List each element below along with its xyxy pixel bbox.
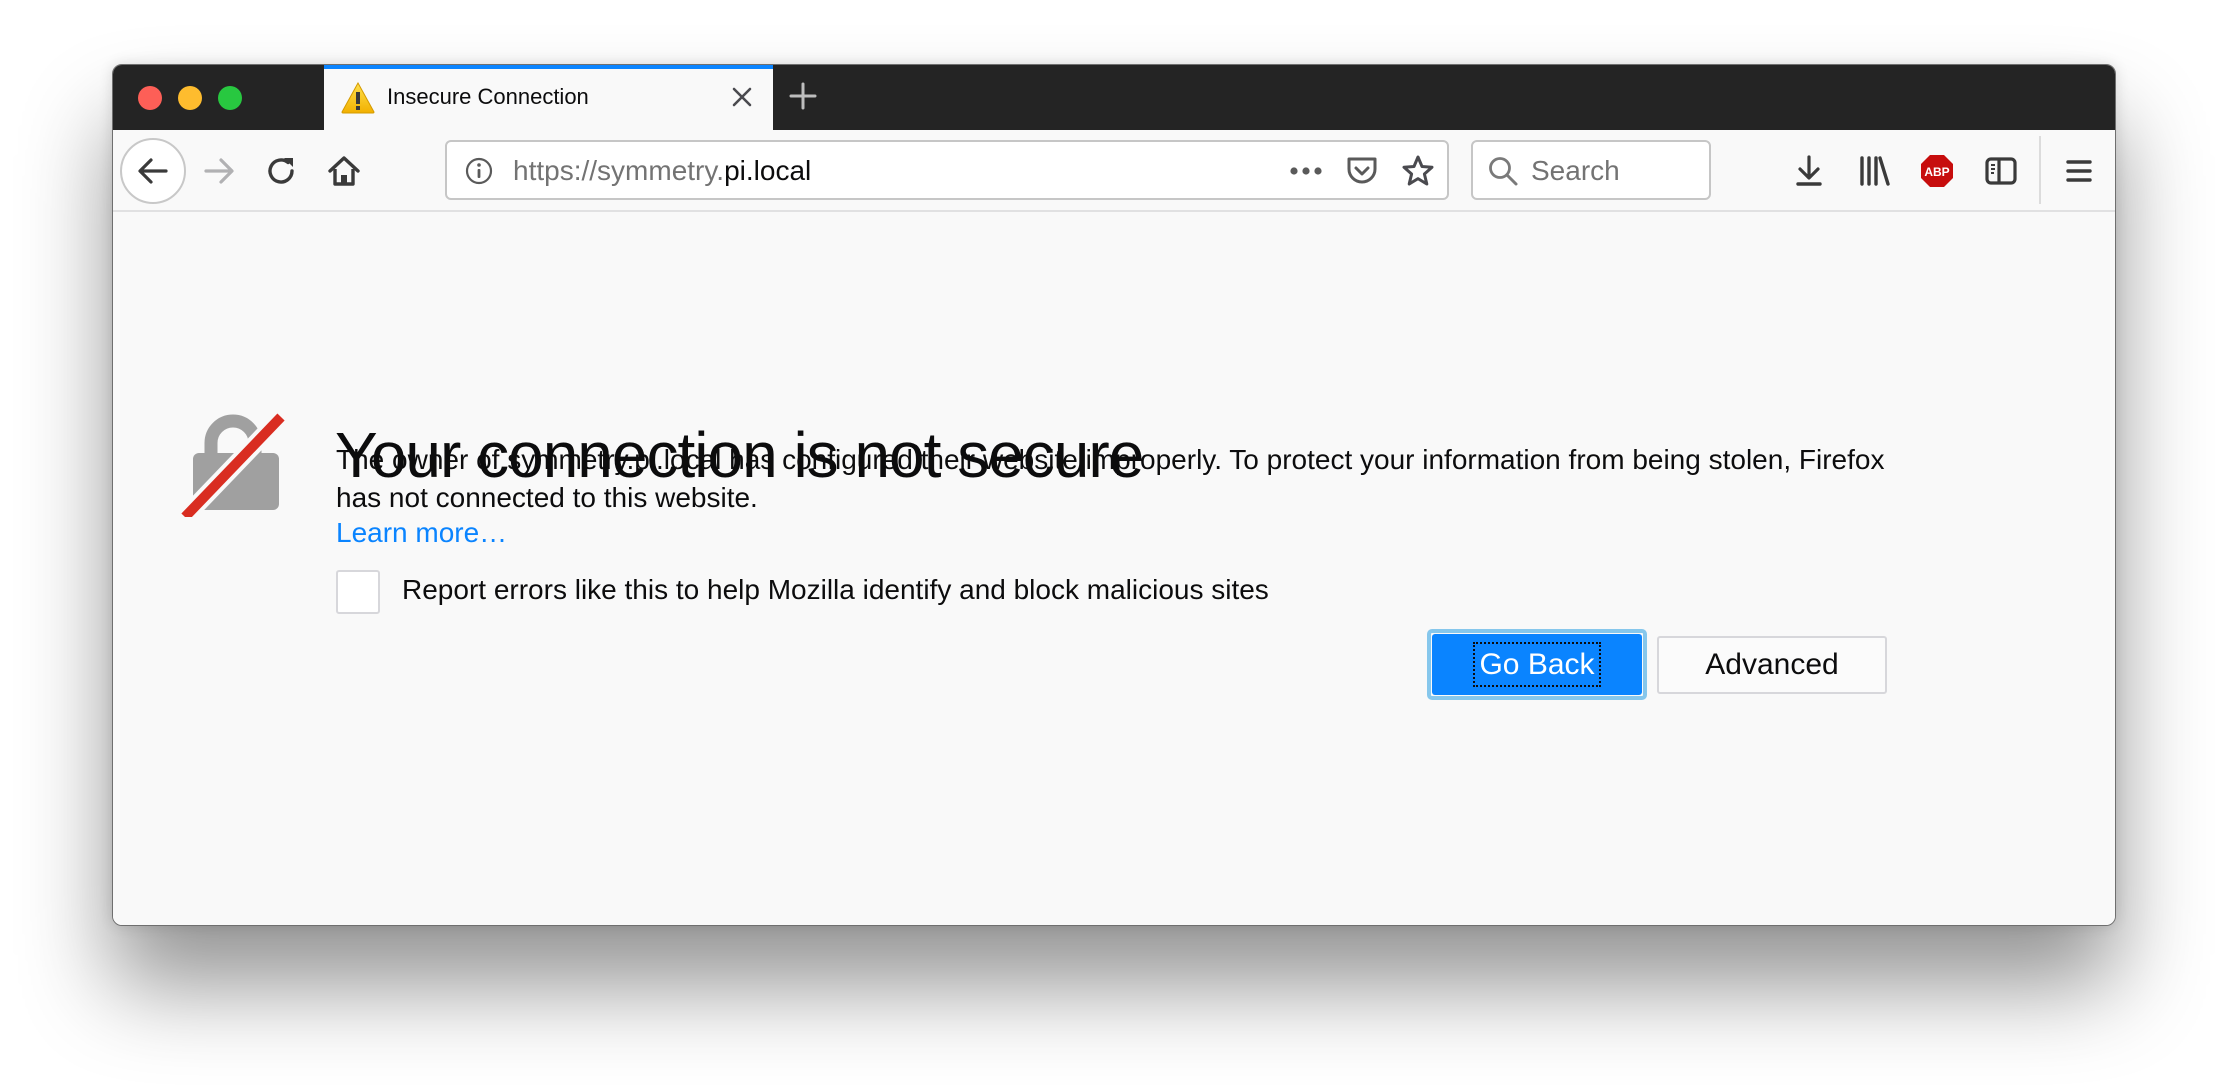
hamburger-menu-icon (2066, 160, 2092, 182)
download-icon (1796, 155, 1822, 186)
browser-window: Insecure Connection https://symmetry.pi.… (112, 64, 2116, 926)
error-description: The owner of symmetry.pi.local has confi… (336, 444, 1885, 513)
pocket-icon (1347, 157, 1377, 184)
info-icon[interactable] (465, 157, 493, 185)
abp-label: ABP (1924, 165, 1949, 179)
toolbar-divider (2039, 136, 2041, 204)
search-bar[interactable] (1471, 140, 1711, 200)
reload-button[interactable] (265, 154, 299, 188)
url-bar[interactable]: https://symmetry.pi.local (445, 140, 1449, 200)
library-button[interactable] (1857, 154, 1891, 188)
url-text[interactable]: https://symmetry.pi.local (513, 155, 811, 187)
report-errors-label[interactable]: Report errors like this to help Mozilla … (402, 574, 1269, 606)
home-icon (328, 156, 360, 186)
tab-strip: Insecure Connection (113, 65, 2115, 130)
error-page: Your connection is not secure The owner … (113, 212, 2115, 925)
tab-title: Insecure Connection (387, 84, 589, 109)
new-tab-button[interactable] (788, 81, 818, 111)
go-back-label: Go Back (1473, 641, 1601, 687)
star-icon (1402, 155, 1434, 186)
navigation-toolbar: https://symmetry.pi.local Search ABP (113, 130, 2115, 212)
page-actions-button[interactable] (1289, 154, 1323, 188)
broken-lock-icon (178, 410, 288, 524)
url-domain: pi.local (724, 155, 812, 186)
tab-insecure-connection[interactable]: Insecure Connection (324, 65, 773, 130)
library-icon (1860, 156, 1890, 186)
plus-icon (789, 82, 817, 110)
url-scheme: https://symmetry. (513, 155, 725, 186)
bookmark-button[interactable] (1401, 154, 1435, 188)
adblock-plus-icon: ABP (1921, 155, 1953, 187)
arrow-left-icon (138, 158, 168, 184)
close-icon[interactable] (729, 84, 755, 110)
warning-icon (341, 81, 375, 114)
window-minimize-button[interactable] (178, 86, 202, 110)
home-button[interactable] (327, 154, 361, 188)
window-close-button[interactable] (138, 86, 162, 110)
sidebar-button[interactable] (1984, 154, 2018, 188)
arrow-right-icon (204, 158, 234, 184)
downloads-button[interactable] (1792, 154, 1826, 188)
menu-button[interactable] (2062, 154, 2096, 188)
back-button[interactable] (120, 138, 186, 204)
reload-icon (268, 158, 294, 184)
advanced-button[interactable]: Advanced (1657, 636, 1887, 694)
search-icon (1487, 155, 1519, 187)
forward-button[interactable] (202, 154, 236, 188)
go-back-button[interactable]: Go Back (1432, 634, 1642, 695)
window-zoom-button[interactable] (218, 86, 242, 110)
learn-more-link[interactable]: Learn more… (336, 517, 507, 549)
search-input[interactable] (1531, 154, 1701, 188)
adblock-plus-button[interactable]: ABP (1920, 154, 1954, 188)
pocket-button[interactable] (1345, 154, 1379, 188)
report-errors-checkbox[interactable] (336, 570, 380, 614)
more-dots-icon (1290, 167, 1322, 175)
sidebar-icon (1985, 157, 2017, 185)
